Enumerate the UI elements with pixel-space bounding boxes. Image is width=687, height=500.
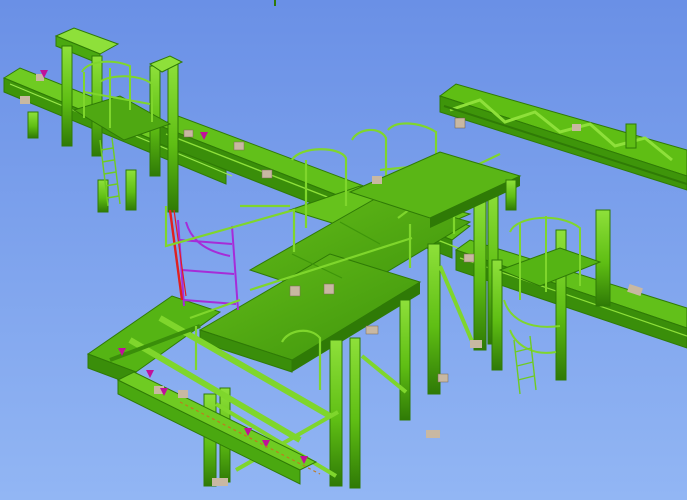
cad-scene[interactable]	[0, 0, 687, 500]
model-viewport[interactable]	[0, 0, 687, 500]
selected-ladder-assembly[interactable]	[168, 209, 239, 311]
tower-upper-left[interactable]	[20, 27, 184, 213]
